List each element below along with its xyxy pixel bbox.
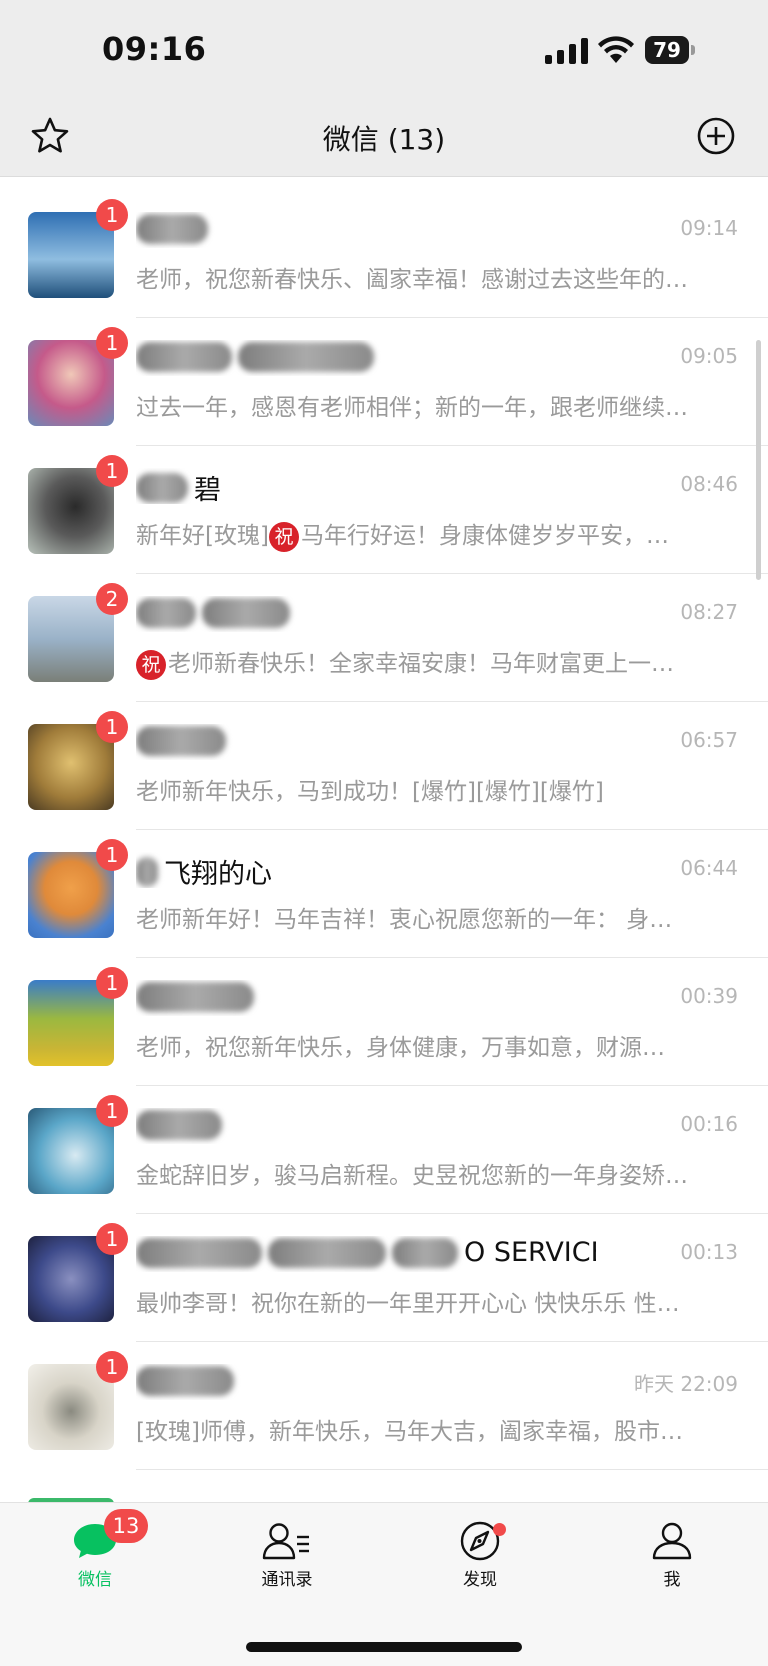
chat-row[interactable]: 1 09:05 过去一年，感恩有老师相伴；新的一年，跟老师继续… xyxy=(0,318,768,446)
tab-me[interactable]: 我 xyxy=(607,1521,737,1590)
contact-name xyxy=(136,212,596,248)
battery-level: 79 xyxy=(645,36,689,64)
status-time: 09:16 xyxy=(102,30,207,68)
notification-dot xyxy=(493,1523,506,1536)
unread-badge: 1 xyxy=(96,1351,128,1383)
message-preview: 新年好[玫瑰] 祝马年行好运！身康体健岁岁平安，… xyxy=(136,516,722,552)
message-time: 09:05 xyxy=(680,344,738,368)
contact-name: 飞翔的心 xyxy=(136,852,596,888)
message-time: 昨天 22:09 xyxy=(634,1372,738,1396)
unread-badge: 1 xyxy=(96,455,128,487)
message-preview: 金蛇辞旧岁，骏马启新程。史昱祝您新的一年身姿矫… xyxy=(136,1163,688,1189)
chat-row[interactable]: 1 00:16 金蛇辞旧岁，骏马启新程。史昱祝您新的一年身姿矫… xyxy=(0,1086,768,1214)
chat-row[interactable]: 2 08:27 祝老师新春快乐！全家幸福安康！马年财富更上一… xyxy=(0,574,768,702)
tab-label: 微信 xyxy=(78,1570,112,1590)
unread-badge: 2 xyxy=(96,583,128,615)
blessing-emoji-icon: 祝 xyxy=(268,521,299,552)
chat-row[interactable]: 1 昨天 22:09 [玫瑰]师傅，新年快乐，马年大吉，阖家幸福，股市… xyxy=(0,1342,768,1470)
message-preview: 祝老师新春快乐！全家幸福安康！马年财富更上一… xyxy=(136,644,722,680)
tab-label: 发现 xyxy=(463,1570,497,1590)
unread-total-badge: 13 xyxy=(104,1509,148,1543)
message-preview: 老师新年好！马年吉祥！衷心祝愿您新的一年： 身… xyxy=(136,907,673,933)
tab-label: 通讯录 xyxy=(261,1570,313,1590)
chat-row[interactable]: 1 碧 08:46 新年好[玫瑰] 祝马年行好运！身康体健岁岁平安，… xyxy=(0,446,768,574)
chat-row[interactable]: 1 09:14 老师，祝您新春快乐、阖家幸福！感谢过去这些年的… xyxy=(0,190,768,318)
battery-icon: 79 xyxy=(645,36,697,66)
contact-name xyxy=(136,980,596,1016)
contact-name: O SERVICE xyxy=(136,1236,596,1272)
message-time: 09:14 xyxy=(680,216,738,240)
unread-badge: 1 xyxy=(96,711,128,743)
unread-badge: 1 xyxy=(96,199,128,231)
cellular-signal-icon xyxy=(545,38,588,64)
message-preview: 老师，祝您新年快乐，身体健康，万事如意，财源… xyxy=(136,1035,665,1061)
tab-label: 我 xyxy=(663,1570,681,1590)
contact-name xyxy=(136,340,596,376)
status-bar: 09:16 79 xyxy=(0,0,768,100)
message-time: 08:46 xyxy=(680,472,738,496)
scrollbar[interactable] xyxy=(756,340,761,580)
message-time: 00:16 xyxy=(680,1112,738,1136)
message-preview: 老师新年快乐，马到成功！[爆竹][爆竹][爆竹] xyxy=(136,779,604,805)
unread-badge: 1 xyxy=(96,1095,128,1127)
message-time: 08:27 xyxy=(680,600,738,624)
tab-contacts[interactable]: 通讯录 xyxy=(222,1521,352,1590)
message-preview: 最帅李哥！祝你在新的一年里开开心心 快快乐乐 性… xyxy=(136,1291,680,1317)
contact-name xyxy=(136,724,596,760)
blessing-emoji-icon: 祝 xyxy=(136,649,166,680)
unread-badge: 1 xyxy=(96,327,128,359)
chat-row[interactable]: 1 飞翔的心 06:44 老师新年好！马年吉祥！衷心祝愿您新的一年： 身… xyxy=(0,830,768,958)
chat-list[interactable]: 1 09:14 老师，祝您新春快乐、阖家幸福！感谢过去这些年的… 1 09:05… xyxy=(0,190,768,1470)
contact-name xyxy=(136,596,596,632)
tab-discover[interactable]: 发现 xyxy=(415,1521,545,1590)
contact-name xyxy=(136,1364,596,1400)
contact-name xyxy=(136,1108,596,1144)
page-title: 微信 (13) xyxy=(322,123,446,156)
message-time: 06:44 xyxy=(680,856,738,880)
chat-row[interactable]: 1 O SERVICE 00:13 最帅李哥！祝你在新的一年里开开心心 快快乐乐… xyxy=(0,1214,768,1342)
message-time: 06:57 xyxy=(680,728,738,752)
contact-name: 碧 xyxy=(136,468,596,504)
person-icon xyxy=(652,1522,692,1560)
add-plus-icon[interactable] xyxy=(696,116,736,156)
message-preview: 过去一年，感恩有老师相伴；新的一年，跟老师继续… xyxy=(136,395,688,421)
unread-badge: 1 xyxy=(96,1223,128,1255)
message-time: 00:39 xyxy=(680,984,738,1008)
message-time: 00:13 xyxy=(680,1240,738,1264)
chat-row[interactable]: 1 00:39 老师，祝您新年快乐，身体健康，万事如意，财源… xyxy=(0,958,768,1086)
nav-bar: 微信 (13) xyxy=(0,100,768,177)
wifi-icon xyxy=(598,36,634,63)
chat-row[interactable]: 1 06:57 老师新年快乐，马到成功！[爆竹][爆竹][爆竹] xyxy=(0,702,768,830)
contacts-icon xyxy=(262,1523,309,1560)
unread-badge: 1 xyxy=(96,967,128,999)
message-preview: [玫瑰]师傅，新年快乐，马年大吉，阖家幸福，股市… xyxy=(136,1419,683,1445)
tab-chats[interactable]: 13 微信 xyxy=(30,1509,160,1590)
home-indicator xyxy=(246,1642,522,1652)
message-preview: 老师，祝您新春快乐、阖家幸福！感谢过去这些年的… xyxy=(136,267,688,293)
unread-badge: 1 xyxy=(96,839,128,871)
